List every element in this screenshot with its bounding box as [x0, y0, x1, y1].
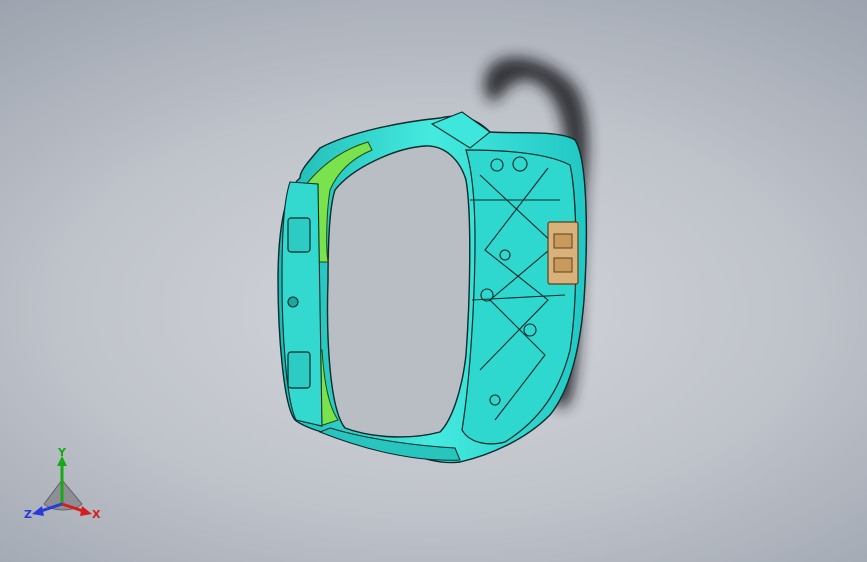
- upper-hinge-bracket: [287, 217, 311, 253]
- lower-hinge-bracket: [287, 351, 311, 389]
- door-frame-model[interactable]: [277, 111, 588, 464]
- latch-insert: [547, 221, 579, 285]
- z-axis-label: Z: [24, 508, 32, 521]
- center-mount-hole: [287, 296, 299, 308]
- 3d-viewport[interactable]: [0, 0, 867, 562]
- y-axis-label: Y: [57, 448, 67, 459]
- x-axis-label: X: [92, 508, 101, 521]
- axis-triad[interactable]: Y X Z: [22, 448, 104, 524]
- window-opening: [326, 145, 471, 438]
